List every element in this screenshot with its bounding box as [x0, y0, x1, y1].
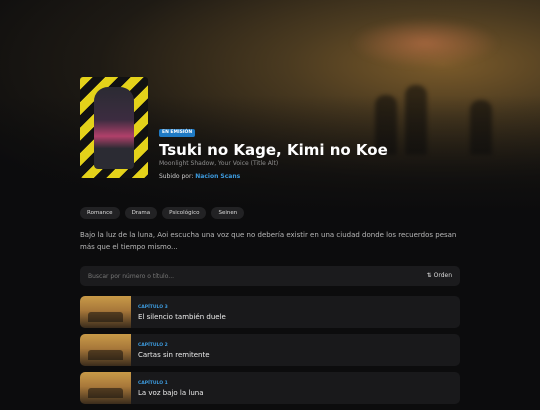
series-title: Tsuki no Kage, Kimi no Koe [159, 141, 388, 159]
chapter-search-bar: ⇅Orden [80, 266, 460, 286]
sort-icon: ⇅ [426, 272, 432, 279]
chapter-item[interactable]: CAPÍTULO 1 La voz bajo la luna [80, 372, 460, 404]
cover-character [94, 87, 134, 169]
uploaded-by-label: Subido por: [159, 173, 194, 180]
sort-button[interactable]: ⇅ Orden [427, 266, 452, 286]
genre-tag[interactable]: Psicológico [162, 207, 207, 219]
chapter-number: CAPÍTULO 3 [138, 305, 168, 310]
chapter-title: La voz bajo la luna [138, 389, 204, 397]
status-badge: EN EMISIÓN [159, 129, 196, 137]
chapter-list: CAPÍTULO 3 El silencio también duele CAP… [80, 296, 460, 410]
chapter-item[interactable]: CAPÍTULO 2 Cartas sin remitente [80, 334, 460, 366]
chapter-title: El silencio también duele [138, 313, 226, 321]
banner-sign-glow [350, 18, 500, 68]
genre-tags: Romance Drama Psicológico Seinen [80, 207, 245, 219]
uploader-line: Subido por: Nacion Scans [159, 173, 240, 180]
chapter-number: CAPÍTULO 2 [138, 343, 168, 348]
genre-tag[interactable]: Seinen [211, 207, 245, 219]
genre-tag[interactable]: Romance [80, 207, 120, 219]
chapter-number: CAPÍTULO 1 [138, 381, 168, 386]
chapter-thumbnail [80, 334, 131, 366]
chapter-title: Cartas sin remitente [138, 351, 210, 359]
chapter-search-input[interactable] [88, 266, 388, 286]
alt-title: Moonlight Shadow, Your Voice (Title Alt) [159, 160, 279, 167]
cover-image[interactable] [80, 77, 148, 178]
sort-label: Orden [433, 272, 452, 279]
chapter-thumbnail [80, 296, 131, 328]
chapter-item[interactable]: CAPÍTULO 3 El silencio también duele [80, 296, 460, 328]
uploader-link[interactable]: Nacion Scans [195, 173, 240, 180]
chapter-thumbnail [80, 372, 131, 404]
genre-tag[interactable]: Drama [124, 207, 158, 219]
synopsis: Bajo la luz de la luna, Aoi escucha una … [80, 231, 457, 251]
